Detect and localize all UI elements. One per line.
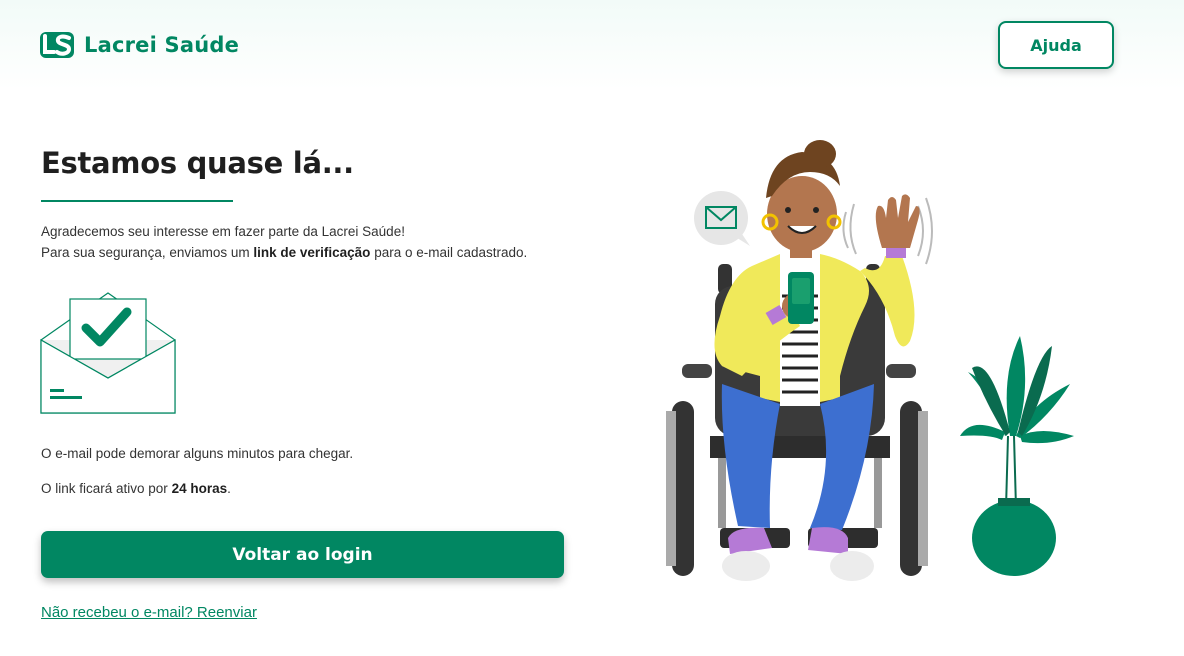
intro-line-2: Para sua segurança, enviamos um link de … (41, 242, 527, 263)
link-active-prefix: O link ficará ativo por (41, 481, 172, 496)
brand-name: Lacrei Saúde (84, 33, 240, 57)
lacrei-logo-icon (40, 32, 74, 58)
top-header: Lacrei Saúde Ajuda (0, 0, 1184, 90)
wheelchair-person-waving-illustration (666, 140, 1074, 581)
intro-line-2-suffix: para o e-mail cadastrado. (370, 245, 528, 260)
link-active-duration: 24 horas (171, 481, 228, 496)
email-delay-note: O e-mail pode demorar alguns minutos par… (41, 446, 354, 461)
link-active-note: O link ficará ativo por 24 horas. (41, 481, 231, 496)
intro-line-1: Agradecemos seu interesse em fazer parte… (41, 224, 405, 239)
verification-link-emphasis: link de verificação (253, 245, 371, 260)
envelope-check-icon (40, 292, 176, 414)
page-title: Estamos quase lá... (41, 146, 354, 180)
intro-line-2-prefix: Para sua segurança, enviamos um (41, 245, 254, 260)
title-divider (41, 200, 233, 202)
resend-email-link[interactable]: Não recebeu o e-mail? Reenviar (41, 604, 257, 621)
help-button[interactable]: Ajuda (998, 21, 1114, 69)
back-to-login-button[interactable]: Voltar ao login (41, 531, 564, 578)
link-active-suffix: . (227, 481, 231, 496)
intro-text: Agradecemos seu interesse em fazer parte… (41, 221, 527, 263)
brand-logo[interactable]: Lacrei Saúde (40, 31, 239, 59)
